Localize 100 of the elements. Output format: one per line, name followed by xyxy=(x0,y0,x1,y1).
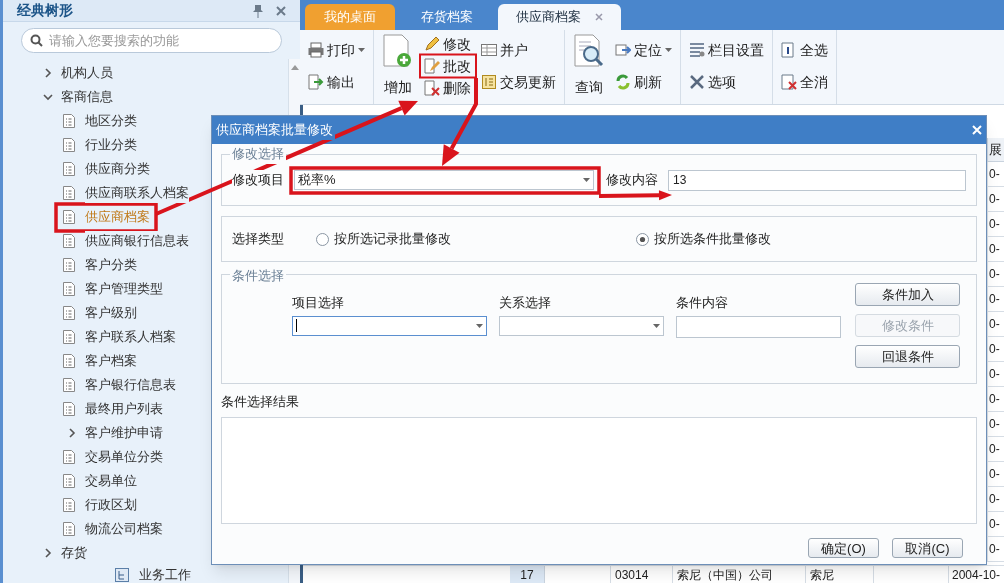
document-icon xyxy=(63,522,75,536)
toolbar-button[interactable]: 修改 xyxy=(422,34,473,54)
chevron-right-icon[interactable] xyxy=(43,68,53,78)
search-field[interactable]: 请输入您要搜索的功能 xyxy=(21,28,282,53)
document-icon xyxy=(63,186,75,200)
annotation-box xyxy=(419,53,477,79)
input-field[interactable] xyxy=(676,315,841,338)
toolbar-button[interactable]: 定位 xyxy=(613,39,674,61)
pin-icon[interactable] xyxy=(252,3,264,18)
toolbar-button[interactable]: 交易更新 xyxy=(479,71,558,93)
chevron-right-icon[interactable] xyxy=(67,428,77,438)
toolbar-button[interactable]: 选项 xyxy=(687,71,766,93)
tree-item[interactable]: 客户档案 xyxy=(3,349,137,373)
panel-title: 经典树形 xyxy=(17,1,74,20)
toolbar-button[interactable]: 输出 xyxy=(306,71,367,93)
tree-item[interactable]: 存货 xyxy=(3,541,87,565)
document-icon xyxy=(63,450,75,464)
caret-icon xyxy=(476,323,483,328)
scroll-up-icon[interactable] xyxy=(290,65,299,70)
tree-item[interactable]: 客户管理类型 xyxy=(3,277,163,301)
button[interactable]: 条件加入 xyxy=(855,283,960,306)
chevron-right-icon[interactable] xyxy=(43,548,53,558)
toolbar-button[interactable]: 查询 xyxy=(571,34,607,98)
table-cell: 索尼 xyxy=(806,566,874,583)
document-icon xyxy=(63,330,75,344)
document-icon xyxy=(63,402,75,416)
toolbar-button[interactable]: 刷新 xyxy=(613,71,674,93)
chevron-down-icon[interactable] xyxy=(43,92,53,102)
close-icon[interactable] xyxy=(595,13,603,21)
fieldset-legend: 修改选择 xyxy=(230,144,286,164)
document-icon xyxy=(63,114,75,128)
table-cell: 03014 xyxy=(611,566,673,583)
document-icon xyxy=(63,498,75,512)
radio-button[interactable]: 按所选条件批量修改 xyxy=(636,229,771,249)
tree-item[interactable]: 供应商联系人档案 xyxy=(3,181,189,205)
printer-icon xyxy=(308,42,324,58)
dialog-title: 供应商档案批量修改 xyxy=(216,120,335,140)
toolbar-button[interactable]: 全选 xyxy=(779,39,830,61)
toolbar-button[interactable]: 批改 xyxy=(422,56,473,76)
tree-item[interactable]: 客户维护申请 xyxy=(3,421,163,445)
select-all-icon xyxy=(781,42,797,58)
nav-item[interactable]: 业务工作 xyxy=(115,565,191,583)
document-icon xyxy=(63,306,75,320)
radio-button[interactable]: 按所选记录批量修改 xyxy=(316,229,636,249)
tree-item[interactable]: 行业分类 xyxy=(3,133,137,157)
toolbar-button[interactable]: 全消 xyxy=(779,71,830,93)
document-icon xyxy=(63,258,75,272)
tree-item[interactable]: 地区分类 xyxy=(3,109,137,133)
document-icon xyxy=(63,282,75,296)
tree-item[interactable]: 客户级别 xyxy=(3,301,137,325)
tree-item[interactable]: 客户银行信息表 xyxy=(3,373,176,397)
toolbar-button[interactable]: 打印 xyxy=(306,39,367,61)
tree-item[interactable]: 交易单位 xyxy=(3,469,137,493)
toolbar-button[interactable]: 并户 xyxy=(479,39,558,61)
field-label: 关系选择 xyxy=(499,294,552,312)
section-label: 条件选择结果 xyxy=(221,393,299,411)
dropdown[interactable]: 税率% xyxy=(294,170,594,190)
tree-item[interactable]: 客户联系人档案 xyxy=(3,325,176,349)
field-label: 条件内容 xyxy=(676,294,729,312)
field-label: 项目选择 xyxy=(292,294,345,312)
dropdown[interactable] xyxy=(292,315,487,336)
delete-document-icon xyxy=(424,80,440,96)
magnifier-document-icon xyxy=(573,34,605,68)
tree-item[interactable]: 最终用户列表 xyxy=(3,397,163,421)
tree-item[interactable]: 供应商分类 xyxy=(3,157,150,181)
locate-icon xyxy=(615,42,631,58)
close-icon[interactable] xyxy=(276,5,286,16)
search-icon xyxy=(30,34,43,47)
ledger-icon xyxy=(481,74,497,90)
columns-icon xyxy=(689,42,705,58)
pencil-icon xyxy=(424,36,440,52)
column-header: 展 xyxy=(987,138,1004,162)
caret-icon xyxy=(653,323,660,328)
caret-icon xyxy=(583,178,590,182)
refresh-icon xyxy=(615,74,631,90)
document-icon xyxy=(63,210,75,224)
toolbar-button[interactable]: 删除 xyxy=(422,78,473,98)
text-cursor xyxy=(296,319,297,332)
export-icon xyxy=(308,74,324,90)
document-icon xyxy=(63,474,75,488)
button[interactable]: 回退条件 xyxy=(855,345,960,368)
edit-document-icon xyxy=(424,58,440,74)
table-cell: 索尼（中国）公司 xyxy=(673,566,806,583)
tree-item[interactable]: 机构人员 xyxy=(3,61,113,85)
input-field[interactable]: 13 xyxy=(668,169,966,191)
add-document-icon xyxy=(382,34,414,68)
deselect-all-icon xyxy=(781,74,797,90)
tree-item[interactable]: 客户分类 xyxy=(3,253,137,277)
tab[interactable]: 供应商档案 xyxy=(498,4,621,30)
button[interactable]: 确定(O) xyxy=(808,538,879,558)
toolbar-button[interactable]: 栏目设置 xyxy=(687,39,766,61)
tree-item[interactable]: 行政区划 xyxy=(3,493,137,517)
tree-item[interactable]: 供应商银行信息表 xyxy=(3,229,189,253)
button[interactable]: 取消(C) xyxy=(892,538,963,558)
row-number: 17 xyxy=(510,566,545,583)
grid-icon xyxy=(481,42,497,58)
tree-item[interactable]: 客商信息 xyxy=(3,85,113,109)
tree-item[interactable]: 物流公司档案 xyxy=(3,517,163,541)
toolbar-button[interactable]: 增加 xyxy=(380,34,416,98)
tree-item[interactable]: 交易单位分类 xyxy=(3,445,163,469)
